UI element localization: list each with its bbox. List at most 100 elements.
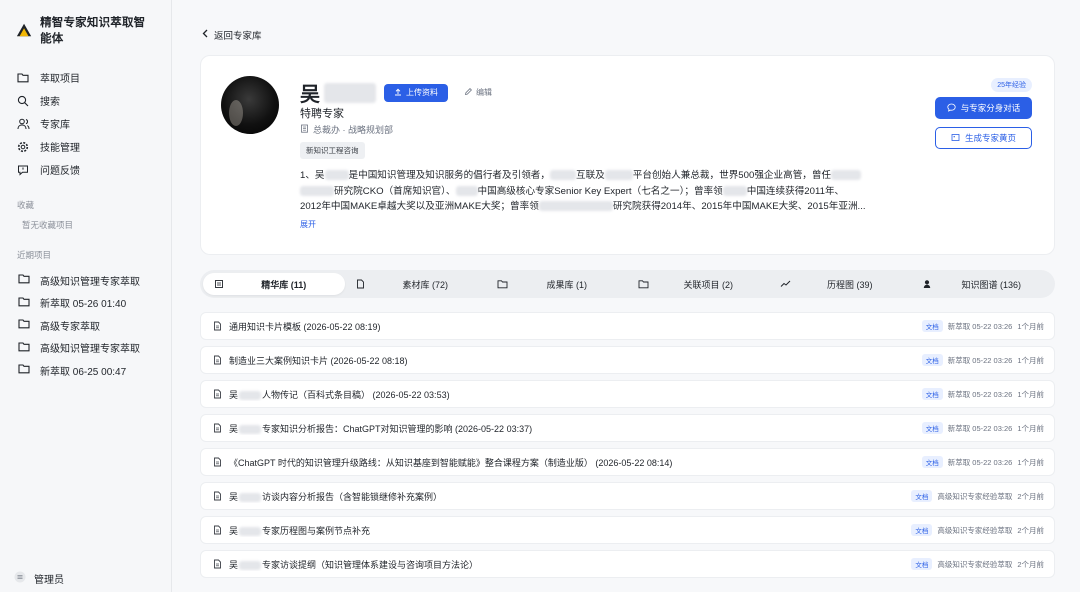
bio-text: 中国连续获得2011年、 xyxy=(746,185,845,197)
tab-label: 成果库 (1) xyxy=(546,279,587,290)
item-meta: 文档 新萃取 05-22 03:26 1个月前 xyxy=(921,388,1044,400)
expert-name: 吴 xyxy=(300,84,320,106)
list-item[interactable]: 制造业三大案例知识卡片 (2026-05-22 08:18) 文档 新萃取 05… xyxy=(200,346,1055,374)
tab-essence[interactable]: 精华库 (11) xyxy=(203,273,345,295)
bio-text: 中国高级核心专家Senior Key Expert（七名之一）；曾率领 xyxy=(477,185,723,197)
folder-icon xyxy=(18,273,30,287)
users-icon xyxy=(16,117,30,131)
user-name: 管理员 xyxy=(34,575,64,586)
user-menu[interactable]: 管理员 xyxy=(14,571,64,586)
favorites-title: 收藏 xyxy=(17,200,35,210)
tab-label: 素材库 (72) xyxy=(402,279,448,290)
list-item[interactable]: 通用知识卡片模板 (2026-05-22 08:19) 文档 新萃取 05-22… xyxy=(200,312,1055,340)
brand[interactable]: 精智专家知识萃取智能体 xyxy=(0,0,171,60)
recent-list: 高级知识管理专家萃取 新萃取 05-26 01:40 高级专家萃取 高级知识管理… xyxy=(0,269,171,382)
nav-item-experts[interactable]: 专家库 xyxy=(0,112,171,135)
expert-tag: 新知识工程咨询 xyxy=(300,142,365,159)
document-icon xyxy=(211,456,223,468)
tab-results[interactable]: 成果库 (1) xyxy=(486,273,628,295)
tab-related-projects[interactable]: 关联项目 (2) xyxy=(628,273,770,295)
item-title: 吴 访谈内容分析报告（含智能锁继修补充案例） xyxy=(229,490,911,503)
chevron-left-icon xyxy=(202,29,209,41)
list-item[interactable]: 吴 专家访谈提纲（知识管理体系建设与咨询项目方法论） 文档 高级知识专家经验萃取 … xyxy=(200,550,1055,578)
main-content: 返回专家库 吴 上传资料 编辑 特聘专家 总裁办 · 战略规划部 新知识工程咨询… xyxy=(172,0,1080,592)
document-icon xyxy=(211,558,223,570)
title-text: 吴 xyxy=(229,491,239,502)
edit-button[interactable]: 编辑 xyxy=(464,87,492,98)
folder-icon xyxy=(638,278,650,290)
nav-item-feedback[interactable]: 问题反馈 xyxy=(0,158,171,181)
expert-avatar xyxy=(221,76,279,134)
title-text: 访谈内容分析报告（含智能锁继修补充案例） xyxy=(262,491,443,502)
recent-item[interactable]: 新萃取 06-25 00:47 xyxy=(0,359,171,382)
recent-item-label: 高级专家萃取 xyxy=(40,321,100,333)
bio-text: 1、吴 xyxy=(300,170,325,181)
edit-label: 编辑 xyxy=(476,88,492,97)
generate-yellow-page-button[interactable]: 生成专家黄页 xyxy=(935,127,1032,149)
folder-icon xyxy=(18,318,30,332)
recent-item-label: 高级知识管理专家萃取 xyxy=(40,344,140,356)
tab-knowledge-graph[interactable]: 知识图谱 (136) xyxy=(911,273,1053,295)
type-badge: 文档 xyxy=(911,490,933,502)
recent-item[interactable]: 新萃取 05-26 01:40 xyxy=(0,292,171,315)
logo-icon xyxy=(16,23,32,37)
back-link[interactable]: 返回专家库 xyxy=(202,28,262,42)
app-title: 精智专家知识萃取智能体 xyxy=(40,17,146,45)
nav-item-projects[interactable]: 萃取项目 xyxy=(0,66,171,89)
list-item[interactable]: 吴 专家历程图与案例节点补充 文档 高级知识专家经验萃取 2个月前 xyxy=(200,516,1055,544)
tab-materials[interactable]: 素材库 (72) xyxy=(345,273,487,295)
nav-item-search[interactable]: 搜索 xyxy=(0,89,171,112)
nav-item-skills[interactable]: 技能管理 xyxy=(0,135,171,158)
type-badge: 文档 xyxy=(921,354,943,366)
list-item[interactable]: 吴 专家知识分析报告：ChatGPT对知识管理的影响 (2026-05-22 03… xyxy=(200,414,1055,442)
nav-item-label: 专家库 xyxy=(40,120,70,131)
expert-title: 特聘专家 xyxy=(300,108,344,120)
redacted-text xyxy=(324,170,349,181)
item-title: 通用知识卡片模板 (2026-05-22 08:19) xyxy=(229,320,922,333)
edit-icon xyxy=(464,87,473,98)
upload-icon xyxy=(394,88,402,98)
type-badge: 文档 xyxy=(911,524,933,536)
recent-item[interactable]: 高级知识管理专家萃取 xyxy=(0,337,171,360)
chat-icon xyxy=(947,103,956,114)
tab-timeline[interactable]: 历程图 (39) xyxy=(769,273,911,295)
recent-item[interactable]: 高级知识管理专家萃取 xyxy=(0,269,171,292)
title-text: 专家知识分析报告：ChatGPT对知识管理的影响 (2026-05-22 03:… xyxy=(262,423,533,434)
item-title: 吴 专家知识分析报告：ChatGPT对知识管理的影响 (2026-05-22 03… xyxy=(229,422,922,435)
folder-icon xyxy=(16,71,30,85)
expand-link[interactable]: 展开 xyxy=(300,219,316,230)
layers-icon xyxy=(213,278,225,290)
title-text: 制造业三大案例知识卡片 (2026-05-22 08:18) xyxy=(229,355,408,366)
redacted-text xyxy=(239,492,262,502)
department-text: 总裁办 · 战略规划部 xyxy=(313,125,393,135)
building-icon xyxy=(300,124,309,135)
item-source: 新萃取 05-22 03:26 xyxy=(947,457,1013,467)
chat-label: 与专家分身对话 xyxy=(960,103,1021,113)
document-icon xyxy=(211,354,223,366)
title-text: 专家访谈提纲（知识管理体系建设与咨询项目方法论） xyxy=(262,559,479,570)
tab-label: 精华库 (11) xyxy=(261,279,307,290)
user-avatar-icon xyxy=(14,571,26,586)
document-icon xyxy=(211,524,223,536)
image-icon xyxy=(951,133,960,144)
item-meta: 文档 高级知识专家经验萃取 2个月前 xyxy=(911,558,1044,570)
bio-text: 研究院获得2014年、2015年中国MAKE大奖、2015年亚洲... xyxy=(612,201,866,212)
bio-text: 2012年中国MAKE卓越大奖以及亚洲MAKE大奖；曾率领 xyxy=(300,201,539,212)
item-meta: 文档 新萃取 05-22 03:26 1个月前 xyxy=(921,320,1044,332)
document-icon xyxy=(211,320,223,332)
tab-label: 历程图 (39) xyxy=(826,279,873,290)
item-time: 1个月前 xyxy=(1017,423,1044,433)
chat-with-expert-button[interactable]: 与专家分身对话 xyxy=(935,97,1032,119)
upload-button[interactable]: 上传资料 xyxy=(384,83,448,102)
item-source: 新萃取 05-22 03:26 xyxy=(947,423,1013,433)
item-meta: 文档 高级知识专家经验萃取 2个月前 xyxy=(911,490,1044,502)
list-item[interactable]: 《ChatGPT 时代的知识管理升级路线：从知识基座到智能赋能》整合课程方案（制… xyxy=(200,448,1055,476)
content-tabs: 精华库 (11) 素材库 (72) 成果库 (1) 关联项目 (2) 历程图 (… xyxy=(200,270,1055,298)
expert-department: 总裁办 · 战略规划部 xyxy=(300,123,393,136)
folder-icon xyxy=(18,363,30,377)
title-text: 吴 xyxy=(229,525,239,536)
recent-item[interactable]: 高级专家萃取 xyxy=(0,314,171,337)
list-item[interactable]: 吴 访谈内容分析报告（含智能锁继修补充案例） 文档 高级知识专家经验萃取 2个月前 xyxy=(200,482,1055,510)
list-item[interactable]: 吴 人物传记（百科式条目稿） (2026-05-22 03:53) 文档 新萃取 … xyxy=(200,380,1055,408)
item-time: 2个月前 xyxy=(1017,559,1044,569)
